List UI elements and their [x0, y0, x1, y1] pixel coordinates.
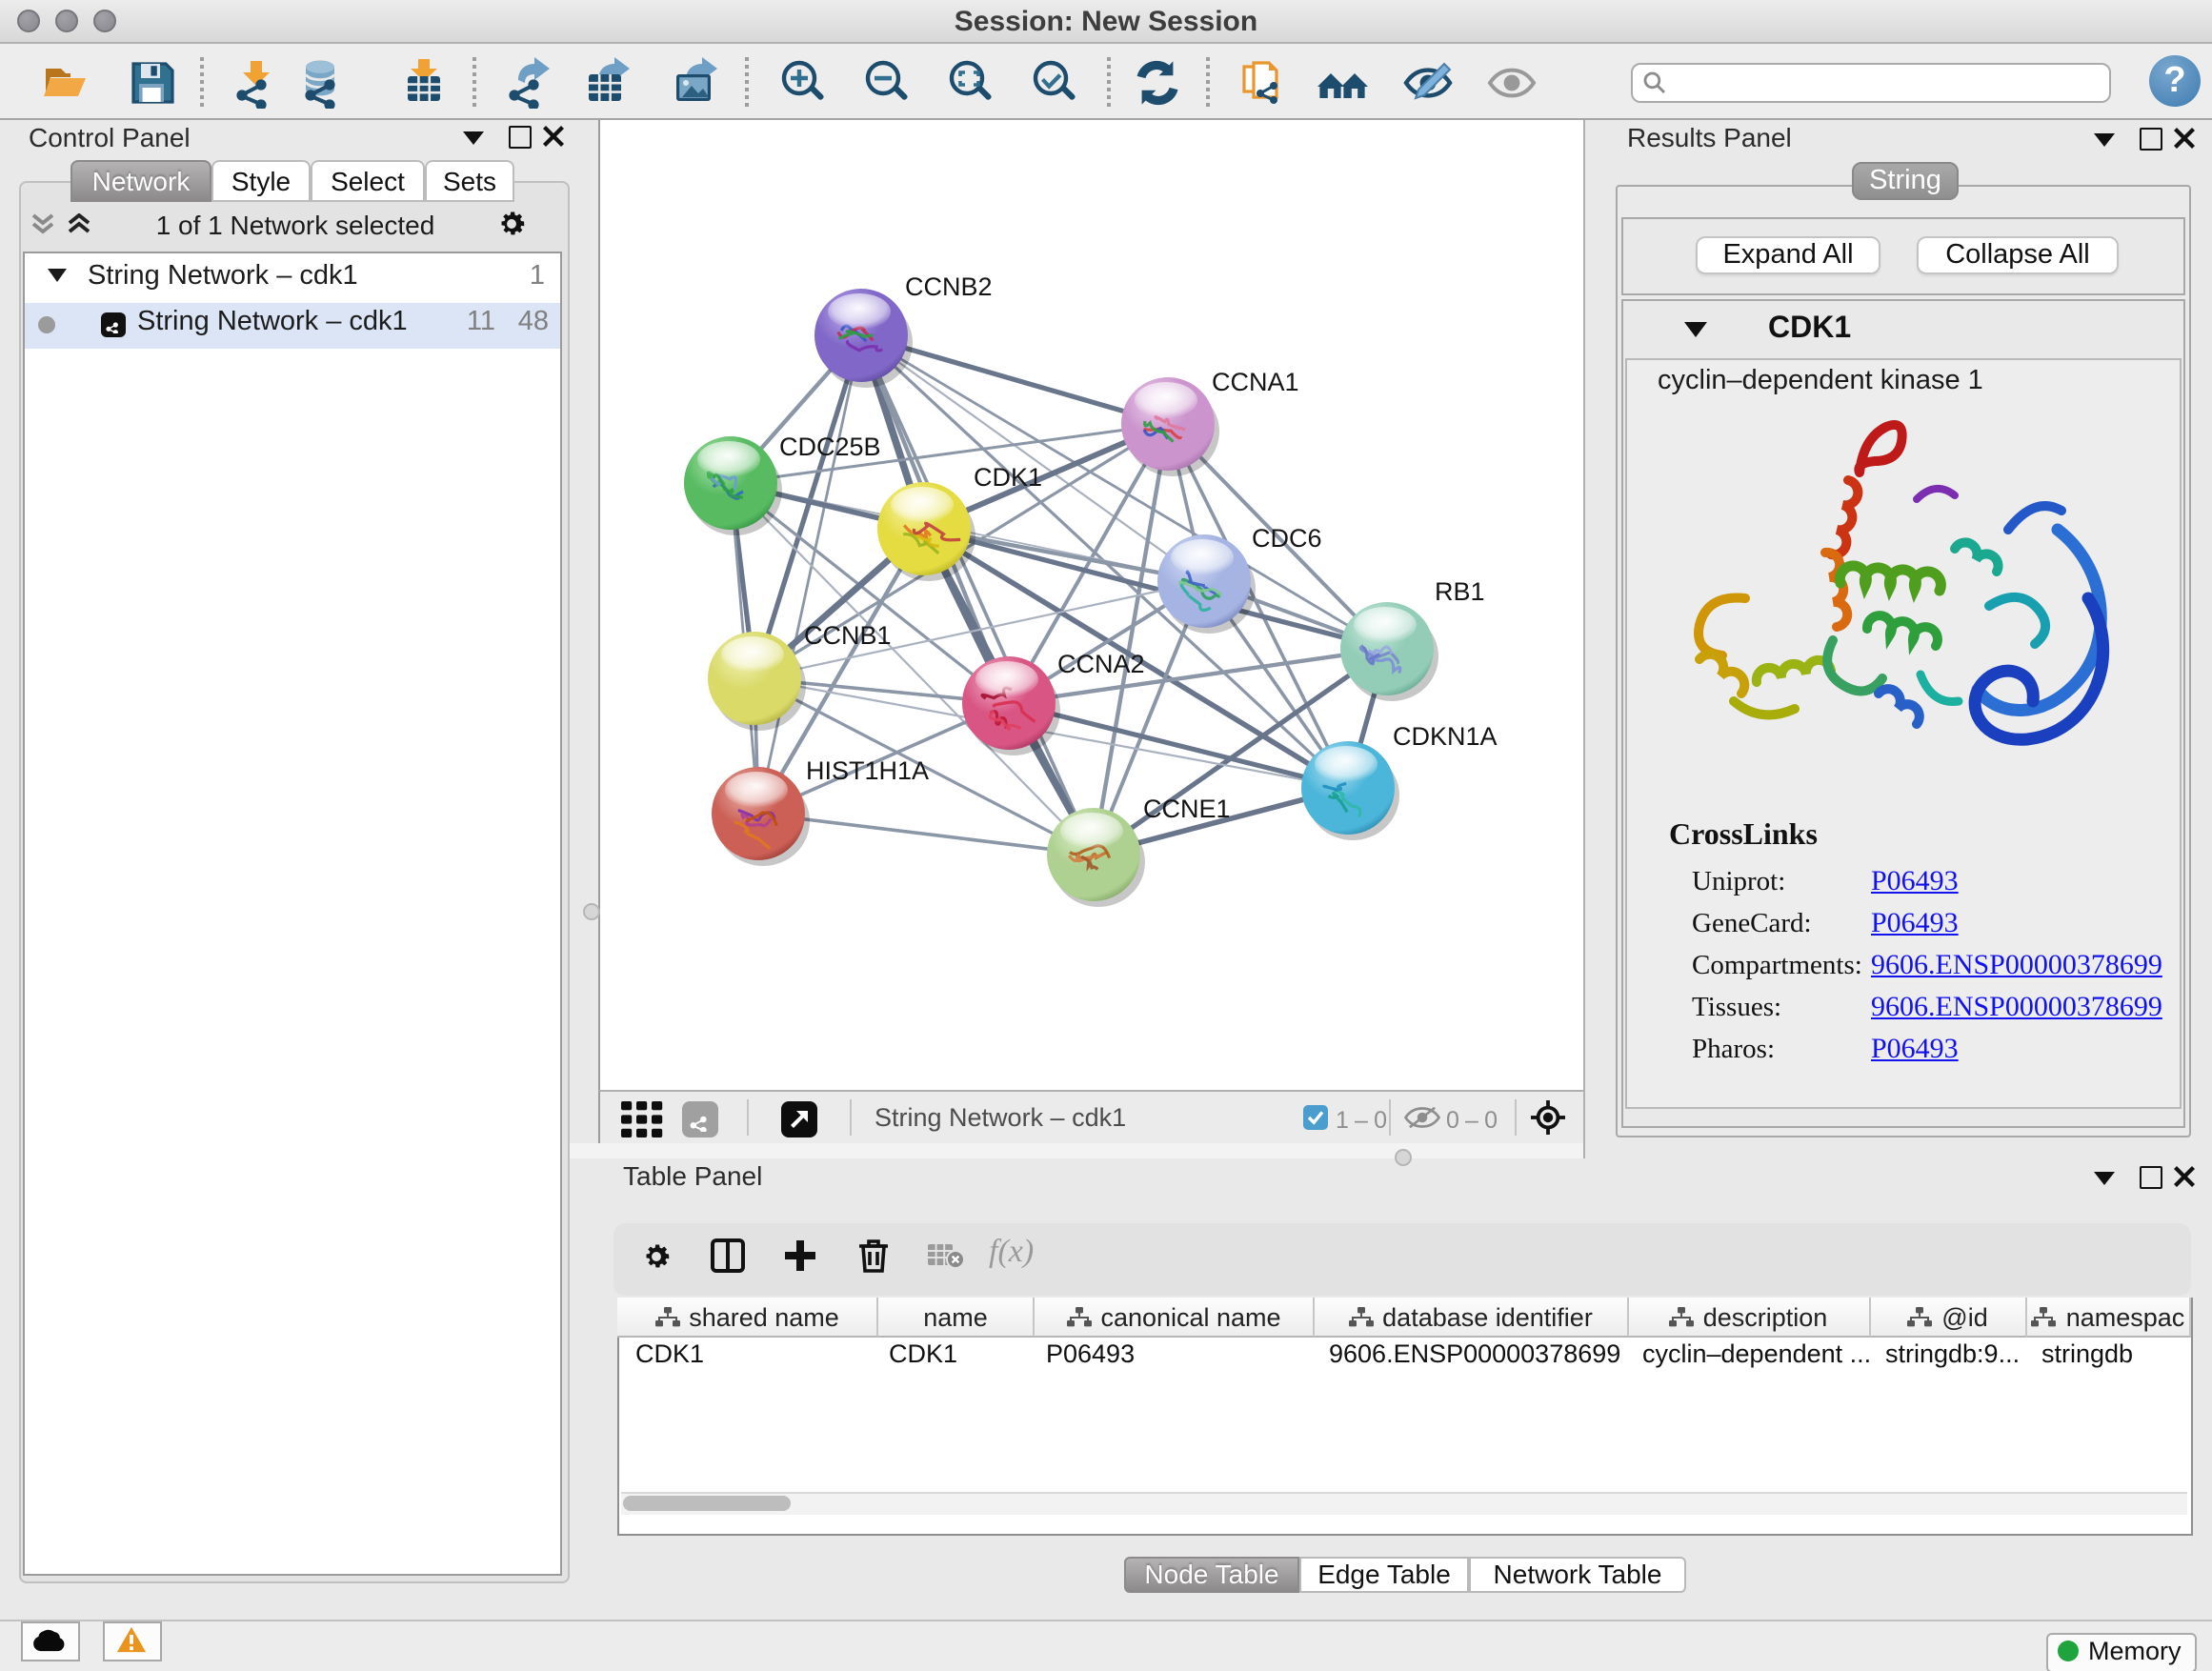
svg-text:RB1: RB1: [1435, 577, 1485, 606]
svg-text:CDC6: CDC6: [1252, 524, 1322, 553]
svg-text:CCNE1: CCNE1: [1143, 795, 1231, 823]
svg-text:CDC25B: CDC25B: [779, 433, 881, 461]
svg-text:CCNA1: CCNA1: [1212, 368, 1299, 396]
svg-text:CCNA2: CCNA2: [1057, 650, 1145, 678]
svg-text:CCNB2: CCNB2: [905, 272, 993, 301]
svg-text:CCNB1: CCNB1: [804, 621, 892, 650]
svg-text:CDKN1A: CDKN1A: [1393, 722, 1498, 751]
svg-text:CDK1: CDK1: [974, 463, 1042, 492]
svg-text:HIST1H1A: HIST1H1A: [806, 756, 929, 785]
